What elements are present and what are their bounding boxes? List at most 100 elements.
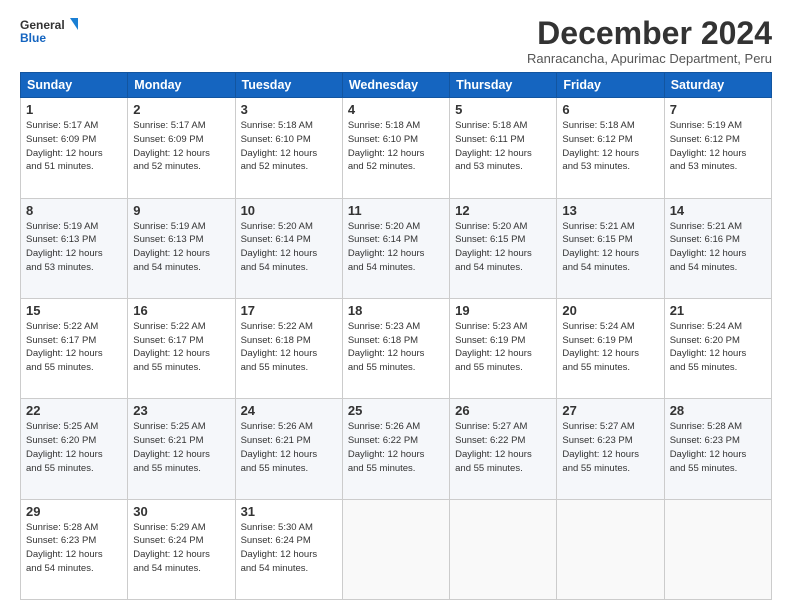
calendar-table: Sunday Monday Tuesday Wednesday Thursday… — [20, 72, 772, 600]
day-info: Sunrise: 5:23 AMSunset: 6:19 PMDaylight:… — [455, 320, 551, 375]
day-number: 20 — [562, 303, 658, 318]
table-row: 5 Sunrise: 5:18 AMSunset: 6:11 PMDaylight… — [450, 98, 557, 198]
day-info: Sunrise: 5:21 AMSunset: 6:15 PMDaylight:… — [562, 220, 658, 275]
day-number: 5 — [455, 102, 551, 117]
day-number: 16 — [133, 303, 229, 318]
calendar-week-2: 8 Sunrise: 5:19 AMSunset: 6:13 PMDaylight… — [21, 198, 772, 298]
day-info: Sunrise: 5:29 AMSunset: 6:24 PMDaylight:… — [133, 521, 229, 576]
table-row: 10Sunrise: 5:20 AMSunset: 6:14 PMDayligh… — [235, 198, 342, 298]
col-thursday: Thursday — [450, 73, 557, 98]
day-number: 4 — [348, 102, 444, 117]
day-info: Sunrise: 5:20 AMSunset: 6:15 PMDaylight:… — [455, 220, 551, 275]
day-number: 27 — [562, 403, 658, 418]
table-row: 6Sunrise: 5:18 AMSunset: 6:12 PMDaylight… — [557, 98, 664, 198]
title-block: December 2024 Ranracancha, Apurimac Depa… — [527, 16, 772, 66]
day-info: Sunrise: 5:23 AMSunset: 6:18 PMDaylight:… — [348, 320, 444, 375]
day-info: Sunrise: 5:18 AMSunset: 6:10 PMDaylight:… — [241, 119, 337, 174]
header: General Blue December 2024 Ranracancha, … — [20, 16, 772, 66]
day-info: Sunrise: 5:28 AMSunset: 6:23 PMDaylight:… — [670, 420, 766, 475]
day-info: Sunrise: 5:20 AMSunset: 6:14 PMDaylight:… — [241, 220, 337, 275]
table-row: 7 Sunrise: 5:19 AMSunset: 6:12 PMDaylight… — [664, 98, 771, 198]
table-row: 17Sunrise: 5:22 AMSunset: 6:18 PMDayligh… — [235, 298, 342, 398]
day-info: Sunrise: 5:26 AMSunset: 6:22 PMDaylight:… — [348, 420, 444, 475]
table-row — [664, 499, 771, 599]
day-number: 8 — [26, 203, 122, 218]
logo: General Blue — [20, 16, 80, 46]
table-row: 30 Sunrise: 5:29 AMSunset: 6:24 PMDayligh… — [128, 499, 235, 599]
day-info: Sunrise: 5:21 AMSunset: 6:16 PMDaylight:… — [670, 220, 766, 275]
day-number: 19 — [455, 303, 551, 318]
day-number: 30 — [133, 504, 229, 519]
table-row: 31Sunrise: 5:30 AMSunset: 6:24 PMDayligh… — [235, 499, 342, 599]
day-number: 29 — [26, 504, 122, 519]
table-row: 28Sunrise: 5:28 AMSunset: 6:23 PMDayligh… — [664, 399, 771, 499]
day-info: Sunrise: 5:22 AMSunset: 6:17 PMDaylight:… — [133, 320, 229, 375]
table-row: 4 Sunrise: 5:18 AMSunset: 6:10 PMDaylight… — [342, 98, 449, 198]
col-friday: Friday — [557, 73, 664, 98]
table-row: 2 Sunrise: 5:17 AMSunset: 6:09 PMDaylight… — [128, 98, 235, 198]
col-wednesday: Wednesday — [342, 73, 449, 98]
table-row: 16 Sunrise: 5:22 AMSunset: 6:17 PMDayligh… — [128, 298, 235, 398]
svg-text:Blue: Blue — [20, 31, 46, 45]
day-info: Sunrise: 5:18 AMSunset: 6:11 PMDaylight:… — [455, 119, 551, 174]
day-number: 1 — [26, 102, 122, 117]
day-number: 18 — [348, 303, 444, 318]
day-info: Sunrise: 5:19 AMSunset: 6:12 PMDaylight:… — [670, 119, 766, 174]
month-title: December 2024 — [527, 16, 772, 51]
table-row — [450, 499, 557, 599]
col-saturday: Saturday — [664, 73, 771, 98]
day-number: 2 — [133, 102, 229, 117]
table-row: 29 Sunrise: 5:28 AMSunset: 6:23 PMDayligh… — [21, 499, 128, 599]
logo-icon: General Blue — [20, 16, 80, 46]
day-info: Sunrise: 5:26 AMSunset: 6:21 PMDaylight:… — [241, 420, 337, 475]
table-row: 23Sunrise: 5:25 AMSunset: 6:21 PMDayligh… — [128, 399, 235, 499]
table-row: 13 Sunrise: 5:21 AMSunset: 6:15 PMDayligh… — [557, 198, 664, 298]
day-info: Sunrise: 5:18 AMSunset: 6:10 PMDaylight:… — [348, 119, 444, 174]
day-info: Sunrise: 5:25 AMSunset: 6:20 PMDaylight:… — [26, 420, 122, 475]
day-number: 15 — [26, 303, 122, 318]
col-monday: Monday — [128, 73, 235, 98]
day-info: Sunrise: 5:28 AMSunset: 6:23 PMDaylight:… — [26, 521, 122, 576]
day-number: 12 — [455, 203, 551, 218]
table-row: 14 Sunrise: 5:21 AMSunset: 6:16 PMDayligh… — [664, 198, 771, 298]
calendar-week-3: 15 Sunrise: 5:22 AMSunset: 6:17 PMDayligh… — [21, 298, 772, 398]
day-number: 13 — [562, 203, 658, 218]
day-number: 24 — [241, 403, 337, 418]
day-info: Sunrise: 5:27 AMSunset: 6:23 PMDaylight:… — [562, 420, 658, 475]
day-info: Sunrise: 5:24 AMSunset: 6:20 PMDaylight:… — [670, 320, 766, 375]
day-number: 22 — [26, 403, 122, 418]
table-row: 3Sunrise: 5:18 AMSunset: 6:10 PMDaylight… — [235, 98, 342, 198]
table-row: 24 Sunrise: 5:26 AMSunset: 6:21 PMDayligh… — [235, 399, 342, 499]
table-row: 1Sunrise: 5:17 AMSunset: 6:09 PMDaylight… — [21, 98, 128, 198]
day-number: 11 — [348, 203, 444, 218]
table-row — [557, 499, 664, 599]
day-number: 6 — [562, 102, 658, 117]
subtitle: Ranracancha, Apurimac Department, Peru — [527, 51, 772, 66]
day-number: 7 — [670, 102, 766, 117]
calendar-header-row: Sunday Monday Tuesday Wednesday Thursday… — [21, 73, 772, 98]
col-tuesday: Tuesday — [235, 73, 342, 98]
col-sunday: Sunday — [21, 73, 128, 98]
table-row: 18 Sunrise: 5:23 AMSunset: 6:18 PMDayligh… — [342, 298, 449, 398]
table-row: 9Sunrise: 5:19 AMSunset: 6:13 PMDaylight… — [128, 198, 235, 298]
table-row: 15Sunrise: 5:22 AMSunset: 6:17 PMDayligh… — [21, 298, 128, 398]
table-row: 20 Sunrise: 5:24 AMSunset: 6:19 PMDayligh… — [557, 298, 664, 398]
day-number: 26 — [455, 403, 551, 418]
day-info: Sunrise: 5:19 AMSunset: 6:13 PMDaylight:… — [26, 220, 122, 275]
svg-text:General: General — [20, 18, 65, 32]
table-row: 27 Sunrise: 5:27 AMSunset: 6:23 PMDayligh… — [557, 399, 664, 499]
day-info: Sunrise: 5:30 AMSunset: 6:24 PMDaylight:… — [241, 521, 337, 576]
calendar-week-1: 1 Sunrise: 5:17 AMSunset: 6:09 PMDaylight… — [21, 98, 772, 198]
day-info: Sunrise: 5:24 AMSunset: 6:19 PMDaylight:… — [562, 320, 658, 375]
table-row: 19 Sunrise: 5:23 AMSunset: 6:19 PMDayligh… — [450, 298, 557, 398]
table-row: 25 Sunrise: 5:26 AMSunset: 6:22 PMDayligh… — [342, 399, 449, 499]
day-info: Sunrise: 5:27 AMSunset: 6:22 PMDaylight:… — [455, 420, 551, 475]
day-number: 25 — [348, 403, 444, 418]
day-info: Sunrise: 5:17 AMSunset: 6:09 PMDaylight:… — [133, 119, 229, 174]
table-row: 8 Sunrise: 5:19 AMSunset: 6:13 PMDaylight… — [21, 198, 128, 298]
day-number: 17 — [241, 303, 337, 318]
day-number: 14 — [670, 203, 766, 218]
table-row: 21Sunrise: 5:24 AMSunset: 6:20 PMDayligh… — [664, 298, 771, 398]
table-row: 12 Sunrise: 5:20 AMSunset: 6:15 PMDayligh… — [450, 198, 557, 298]
calendar-week-4: 22 Sunrise: 5:25 AMSunset: 6:20 PMDayligh… — [21, 399, 772, 499]
